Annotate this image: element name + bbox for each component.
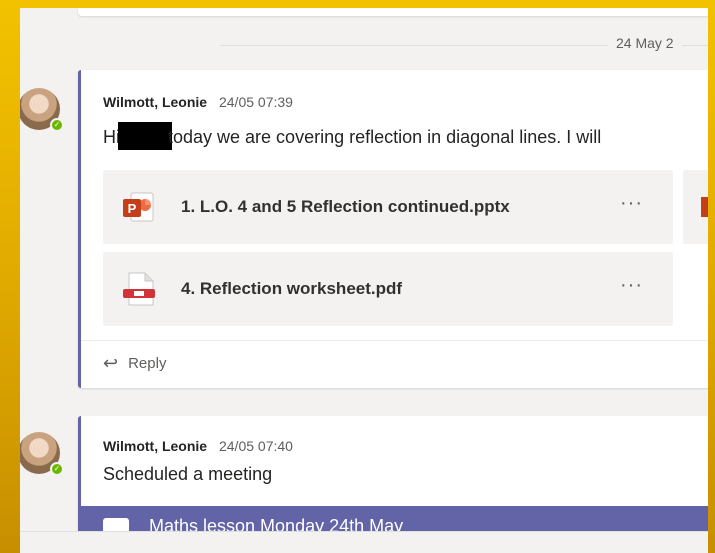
- more-options-icon[interactable]: ···: [620, 192, 643, 215]
- attachment-pptx[interactable]: P 1. L.O. 4 and 5 Reflection continued.p…: [103, 170, 673, 244]
- timestamp: 24/05 07:40: [218, 438, 293, 454]
- avatar[interactable]: ✓: [20, 88, 64, 132]
- attachment-name: 4. Reflection worksheet.pdf: [181, 279, 403, 298]
- reply-label: Reply: [128, 355, 167, 372]
- message-card: Wilmott, Leonie 24/05 07:39 Hi today we a…: [78, 70, 708, 388]
- author-name[interactable]: Wilmott, Leonie: [103, 438, 207, 454]
- teams-chat-screen: 24 May 2 ✓ Wilmott, Leonie 24/05 07:39 H…: [20, 8, 708, 553]
- svg-text:P: P: [128, 201, 137, 216]
- message-text: Hi today we are covering reflection in di…: [103, 122, 601, 150]
- message-header: Wilmott, Leonie 24/05 07:39: [103, 94, 293, 110]
- message-text: Scheduled a meeting: [103, 464, 273, 484]
- compose-area[interactable]: [20, 531, 708, 553]
- more-options-icon[interactable]: ···: [620, 274, 643, 297]
- presence-available-icon: ✓: [50, 118, 64, 132]
- redaction-block: [118, 122, 172, 150]
- avatar[interactable]: ✓: [20, 432, 64, 476]
- powerpoint-file-icon: P: [121, 189, 157, 225]
- powerpoint-file-icon: [701, 197, 708, 217]
- message-text-rest: today we are covering reflection in diag…: [168, 127, 602, 147]
- author-name[interactable]: Wilmott, Leonie: [103, 94, 207, 110]
- previous-message-card: [78, 8, 708, 16]
- attachment-partial[interactable]: [683, 170, 708, 244]
- attachment-pdf[interactable]: 4. Reflection worksheet.pdf ···: [103, 252, 673, 326]
- timestamp: 24/05 07:39: [218, 94, 293, 110]
- date-divider-label: 24 May 2: [608, 35, 682, 51]
- presence-available-icon: ✓: [50, 462, 64, 476]
- pdf-file-icon: [121, 271, 157, 307]
- reply-button[interactable]: ↩ Reply: [81, 340, 708, 386]
- message-header: Wilmott, Leonie 24/05 07:40: [103, 438, 293, 454]
- reply-icon: ↩: [103, 353, 119, 373]
- attachment-name: 1. L.O. 4 and 5 Reflection continued.ppt…: [181, 197, 510, 216]
